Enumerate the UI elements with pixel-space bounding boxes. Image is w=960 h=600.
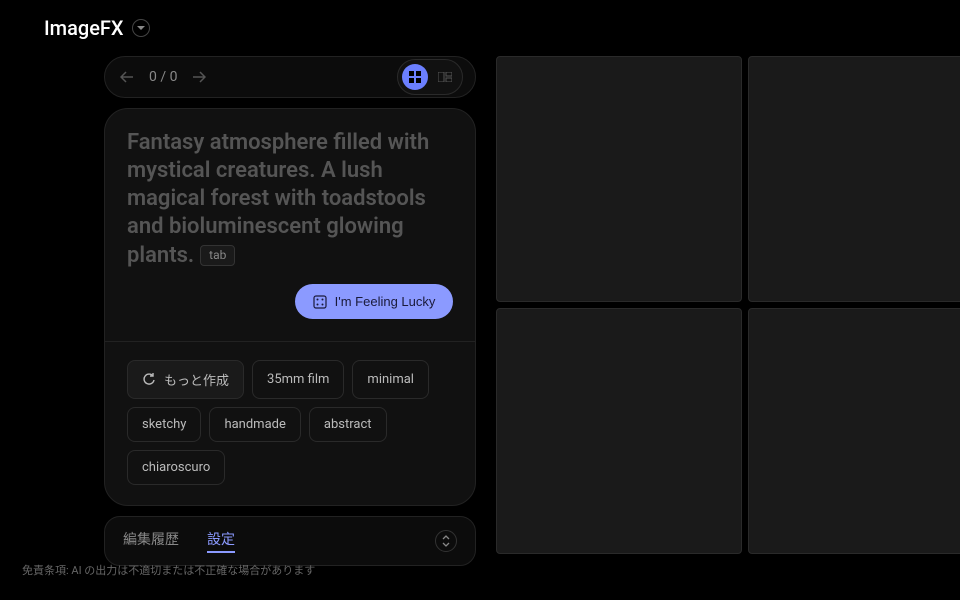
lucky-label: I'm Feeling Lucky <box>335 294 436 309</box>
style-chip[interactable]: 35mm film <box>252 360 344 399</box>
app-logo: ImageFX <box>44 16 124 40</box>
compare-view-toggle[interactable] <box>432 64 458 90</box>
style-chip[interactable]: minimal <box>352 360 429 399</box>
prompt-card: Fantasy atmosphere filled with mystical … <box>104 108 476 506</box>
tab-hint-badge: tab <box>200 245 235 266</box>
nav-count: 0 / 0 <box>149 69 177 85</box>
style-chips-row: もっと作成 35mm film minimal sketchy handmade… <box>105 341 475 485</box>
expand-button[interactable] <box>435 530 457 552</box>
prompt-text-area[interactable]: Fantasy atmosphere filled with mystical … <box>127 129 453 284</box>
style-chip[interactable]: abstract <box>309 407 387 442</box>
tab-history[interactable]: 編集履歴 <box>123 529 179 553</box>
refresh-icon <box>142 373 156 387</box>
lucky-button[interactable]: I'm Feeling Lucky <box>295 284 454 319</box>
more-chip-label: もっと作成 <box>164 370 229 389</box>
prompt-text: Fantasy atmosphere filled with mystical … <box>127 130 429 268</box>
image-slot[interactable] <box>496 56 742 302</box>
style-chip[interactable]: chiaroscuro <box>127 450 225 485</box>
image-grid <box>496 56 960 566</box>
image-slot[interactable] <box>496 308 742 554</box>
image-slot[interactable] <box>748 56 960 302</box>
style-chip[interactable]: sketchy <box>127 407 201 442</box>
disclaimer-text: 免責条項: AI の出力は不適切または不正確な場合があります <box>22 562 315 578</box>
tab-settings[interactable]: 設定 <box>207 529 235 553</box>
next-arrow-icon[interactable] <box>189 67 209 87</box>
bottom-bar: 編集履歴 設定 <box>104 516 476 566</box>
style-chip[interactable]: handmade <box>209 407 300 442</box>
image-slot[interactable] <box>748 308 960 554</box>
logo-dropdown-icon[interactable] <box>132 19 150 37</box>
nav-bar: 0 / 0 <box>104 56 476 98</box>
grid-view-toggle[interactable] <box>402 64 428 90</box>
sparkle-icon <box>313 295 327 309</box>
prev-arrow-icon[interactable] <box>117 67 137 87</box>
more-chip[interactable]: もっと作成 <box>127 360 244 399</box>
